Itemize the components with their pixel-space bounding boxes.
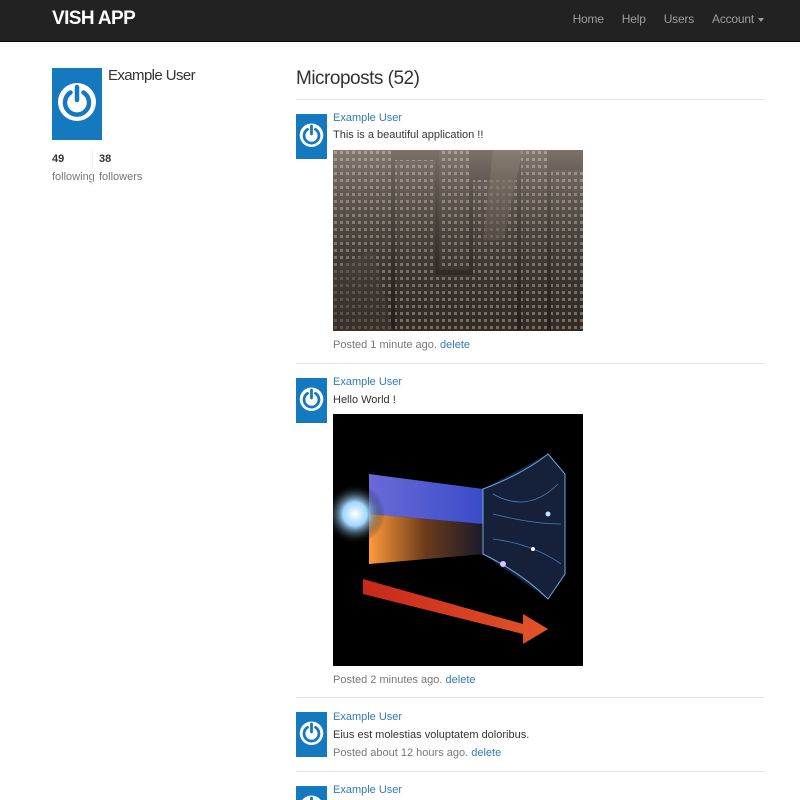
following-stat[interactable]: 49 following (52, 153, 95, 183)
post-user-link[interactable]: Example User (333, 376, 402, 388)
stats-divider (92, 151, 93, 186)
post-timestamp: Posted 2 minutes ago. (333, 674, 443, 686)
power-icon (299, 387, 324, 412)
power-icon (302, 795, 321, 800)
followers-label: followers (99, 171, 143, 183)
delete-post-link[interactable]: delete (440, 339, 470, 351)
post-divider (296, 697, 764, 698)
followers-count: 38 (99, 153, 112, 165)
post-user-link[interactable]: Example User (333, 784, 402, 796)
post-avatar[interactable] (296, 712, 327, 757)
post-avatar[interactable] (296, 378, 327, 423)
post-meta: Posted 2 minutes ago. delete (333, 674, 476, 686)
post-avatar[interactable] (296, 114, 327, 159)
post-content: Eius est molestias voluptatem doloribus. (333, 729, 530, 741)
post-meta: Posted 1 minute ago. delete (333, 339, 470, 351)
nav-account-label: Account (712, 12, 754, 26)
nav-help-link[interactable]: Help (622, 12, 646, 26)
post-avatar[interactable] (296, 786, 327, 800)
heading-divider (296, 99, 764, 100)
nav-account-dropdown[interactable]: Account (712, 12, 764, 26)
power-icon (299, 123, 324, 148)
post-timestamp: Posted 1 minute ago. (333, 339, 437, 351)
profile-avatar[interactable] (52, 68, 102, 140)
top-navbar: VISH APP Home Help Users Account (0, 0, 800, 42)
following-label: following (52, 171, 95, 183)
post-divider (296, 771, 764, 772)
brand-logo[interactable]: VISH APP (52, 8, 136, 30)
post-user-link[interactable]: Example User (333, 112, 402, 124)
delete-post-link[interactable]: delete (471, 747, 501, 759)
power-icon (299, 721, 324, 746)
followers-stat[interactable]: 38 followers (99, 153, 142, 183)
post-content: Hello World ! (333, 394, 396, 406)
delete-post-link[interactable]: delete (446, 674, 476, 686)
universe-timeline-image (333, 414, 583, 666)
nav-users-link[interactable]: Users (664, 12, 695, 26)
nav-links: Home Help Users Account (573, 12, 764, 26)
post-timestamp: Posted about 12 hours ago. (333, 747, 469, 759)
power-icon (58, 83, 96, 121)
city-skyline-image (333, 150, 583, 331)
post-meta: Posted about 12 hours ago. delete (333, 747, 501, 759)
following-count: 49 (52, 153, 65, 165)
caret-down-icon (758, 17, 764, 22)
post-user-link[interactable]: Example User (333, 711, 402, 723)
profile-name: Example User (108, 67, 196, 84)
microposts-heading: Microposts (52) (296, 68, 420, 89)
nav-home-link[interactable]: Home (573, 12, 604, 26)
post-divider (296, 363, 764, 364)
post-content: This is a beautiful application !! (333, 129, 484, 141)
